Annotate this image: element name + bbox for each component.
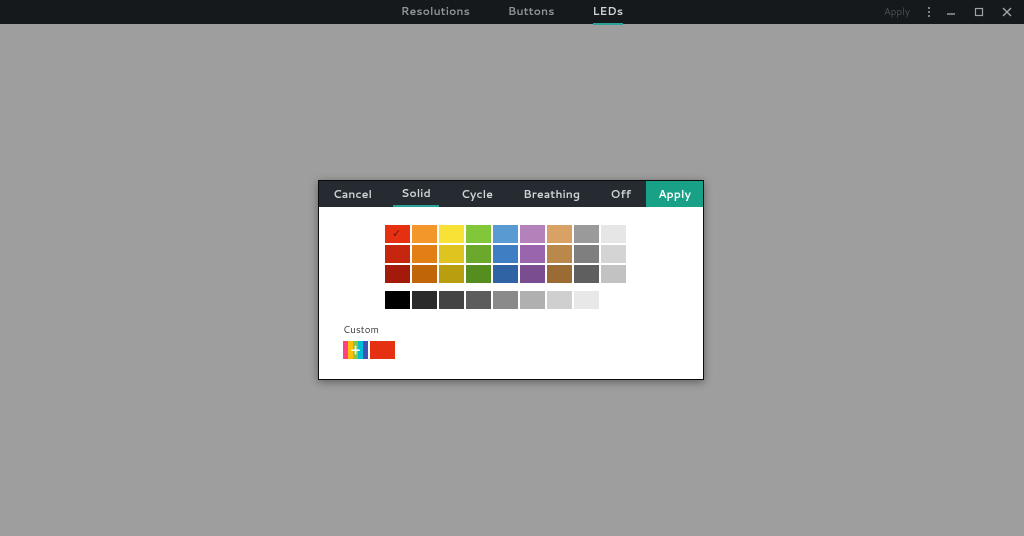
color-swatch[interactable]: [601, 265, 626, 283]
color-palette: [385, 225, 679, 309]
shade-swatch[interactable]: [520, 291, 545, 309]
close-button[interactable]: [1000, 5, 1014, 19]
shade-swatch[interactable]: [439, 291, 464, 309]
shade-swatch[interactable]: [601, 291, 626, 309]
color-swatch[interactable]: [574, 265, 599, 283]
header-tabs: Resolutions Buttons LEDs: [0, 0, 1024, 25]
color-swatch[interactable]: [574, 245, 599, 263]
shade-swatch[interactable]: [493, 291, 518, 309]
color-swatch[interactable]: [439, 245, 464, 263]
led-dialog: Cancel Solid Cycle Breathing Off Apply C…: [318, 180, 704, 380]
color-swatch[interactable]: [439, 265, 464, 283]
color-swatch[interactable]: [547, 225, 572, 243]
color-swatch[interactable]: [466, 245, 491, 263]
custom-label: Custom: [343, 323, 679, 337]
color-swatch[interactable]: [520, 265, 545, 283]
dialog-header: Cancel Solid Cycle Breathing Off Apply: [319, 181, 703, 207]
dialog-tabs: Solid Cycle Breathing Off: [386, 181, 646, 207]
add-custom-color-button[interactable]: +: [343, 341, 368, 359]
color-swatch[interactable]: [547, 245, 572, 263]
tab-resolutions[interactable]: Resolutions: [401, 0, 470, 25]
tab-solid[interactable]: Solid: [393, 181, 439, 207]
color-swatch[interactable]: [493, 265, 518, 283]
color-swatch[interactable]: [520, 225, 545, 243]
header-right: Apply: [880, 3, 1024, 21]
shade-swatch[interactable]: [385, 291, 410, 309]
tab-breathing[interactable]: Breathing: [515, 181, 588, 207]
palette-row: [385, 245, 679, 263]
shade-swatch[interactable]: [412, 291, 437, 309]
dialog-body: Custom +: [319, 207, 703, 379]
tab-cycle[interactable]: Cycle: [453, 181, 501, 207]
custom-swatches: [370, 341, 395, 359]
tab-buttons[interactable]: Buttons: [508, 0, 555, 25]
shade-swatch[interactable]: [574, 291, 599, 309]
shades-row: [385, 291, 679, 309]
color-swatch[interactable]: [547, 265, 572, 283]
color-swatch[interactable]: [385, 245, 410, 263]
color-swatch[interactable]: [385, 225, 410, 243]
maximize-button[interactable]: [972, 5, 986, 19]
header-apply-button: Apply: [880, 3, 914, 21]
apply-button[interactable]: Apply: [646, 181, 703, 207]
color-swatch[interactable]: [412, 225, 437, 243]
color-swatch[interactable]: [574, 225, 599, 243]
menu-icon[interactable]: [928, 7, 930, 17]
color-swatch[interactable]: [601, 245, 626, 263]
color-swatch[interactable]: [601, 225, 626, 243]
custom-row: +: [343, 341, 679, 359]
tab-off[interactable]: Off: [603, 181, 640, 207]
color-swatch[interactable]: [412, 245, 437, 263]
color-swatch[interactable]: [412, 265, 437, 283]
color-swatch[interactable]: [493, 245, 518, 263]
shade-swatch[interactable]: [547, 291, 572, 309]
cancel-button[interactable]: Cancel: [319, 181, 386, 207]
color-swatch[interactable]: [520, 245, 545, 263]
app-header: Resolutions Buttons LEDs Apply: [0, 0, 1024, 24]
custom-color-swatch[interactable]: [370, 341, 395, 359]
color-swatch[interactable]: [466, 225, 491, 243]
tab-leds[interactable]: LEDs: [593, 0, 624, 25]
palette-row: [385, 265, 679, 283]
shade-swatch[interactable]: [466, 291, 491, 309]
palette-row: [385, 225, 679, 243]
color-swatch[interactable]: [439, 225, 464, 243]
color-swatch[interactable]: [385, 265, 410, 283]
color-swatch[interactable]: [466, 265, 491, 283]
color-swatch[interactable]: [493, 225, 518, 243]
minimize-button[interactable]: [944, 5, 958, 19]
